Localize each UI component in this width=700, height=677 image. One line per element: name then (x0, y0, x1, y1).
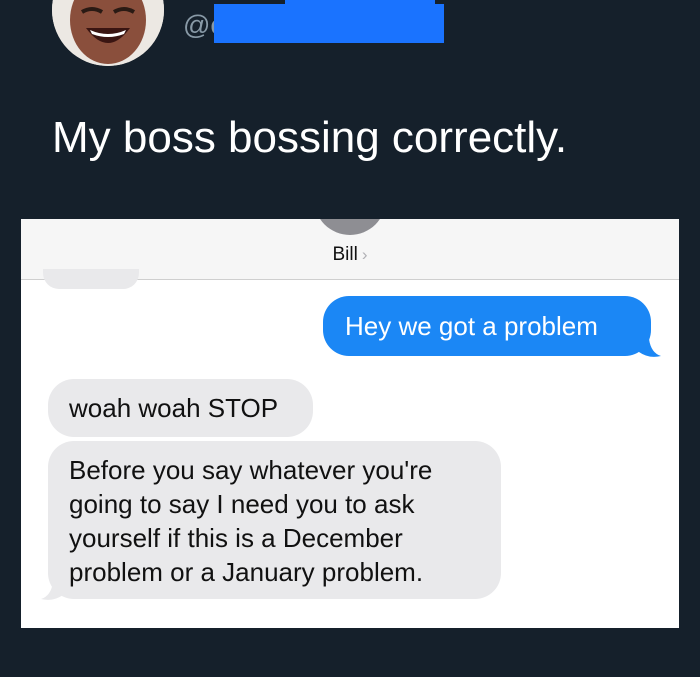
incoming-bubble-tail (41, 582, 63, 600)
previous-message-bubble (43, 269, 139, 289)
tweet-text: My boss bossing correctly. (52, 113, 568, 162)
profile-avatar[interactable] (52, 0, 164, 66)
outgoing-bubble-tail (639, 339, 661, 357)
embedded-message-screenshot: Bill › Hey we got a problem woah woah STO… (21, 219, 679, 628)
contact-name: Bill (332, 244, 358, 265)
incoming-message: woah woah STOP (48, 379, 313, 437)
contact-name-row[interactable]: Bill › (21, 243, 679, 267)
outgoing-message: Hey we got a problem (323, 296, 651, 356)
handle-redaction (214, 4, 444, 43)
incoming-message: Before you say whatever you're going to … (48, 441, 501, 599)
tweet-screenshot: @e My boss bossing correctly. Bill › Hey … (0, 0, 700, 677)
profile-photo (52, 0, 164, 66)
chevron-right-icon: › (361, 245, 368, 264)
name-redaction (285, 0, 435, 4)
contact-avatar[interactable] (314, 219, 386, 235)
